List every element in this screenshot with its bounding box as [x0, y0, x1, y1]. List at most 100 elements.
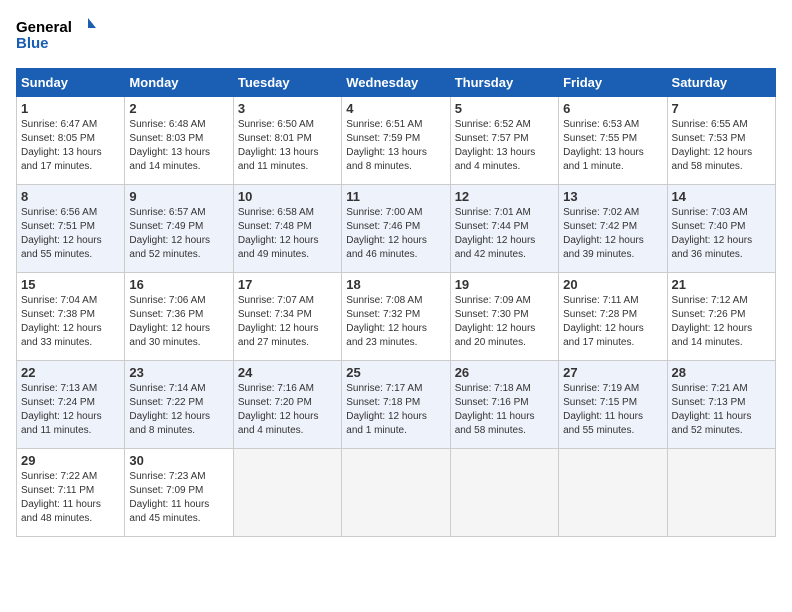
- day-number: 16: [129, 277, 228, 292]
- day-info: Sunrise: 6:56 AMSunset: 7:51 PMDaylight:…: [21, 207, 102, 260]
- day-info: Sunrise: 7:03 AMSunset: 7:40 PMDaylight:…: [672, 207, 753, 260]
- day-number: 3: [238, 101, 337, 116]
- calendar-cell: 16 Sunrise: 7:06 AMSunset: 7:36 PMDayligh…: [125, 273, 233, 361]
- day-info: Sunrise: 6:55 AMSunset: 7:53 PMDaylight:…: [672, 119, 753, 172]
- day-info: Sunrise: 7:21 AMSunset: 7:13 PMDaylight:…: [672, 383, 752, 436]
- day-number: 5: [455, 101, 554, 116]
- calendar-cell: 2 Sunrise: 6:48 AMSunset: 8:03 PMDaylight…: [125, 97, 233, 185]
- logo: General Blue: [16, 16, 96, 56]
- day-number: 23: [129, 365, 228, 380]
- day-number: 29: [21, 453, 120, 468]
- calendar-cell: [233, 449, 341, 537]
- calendar-cell: 9 Sunrise: 6:57 AMSunset: 7:49 PMDaylight…: [125, 185, 233, 273]
- day-info: Sunrise: 7:07 AMSunset: 7:34 PMDaylight:…: [238, 295, 319, 348]
- day-number: 10: [238, 189, 337, 204]
- calendar-cell: 14 Sunrise: 7:03 AMSunset: 7:40 PMDayligh…: [667, 185, 775, 273]
- calendar-cell: 27Sunrise: 7:19 AMSunset: 7:15 PMDayligh…: [559, 361, 667, 449]
- logo-svg: General Blue: [16, 16, 96, 56]
- day-info: Sunrise: 7:11 AMSunset: 7:28 PMDaylight:…: [563, 295, 644, 348]
- day-number: 20: [563, 277, 662, 292]
- week-row-2: 8Sunrise: 6:56 AMSunset: 7:51 PMDaylight…: [17, 185, 776, 273]
- day-number: 24: [238, 365, 337, 380]
- col-header-friday: Friday: [559, 69, 667, 97]
- day-number: 19: [455, 277, 554, 292]
- week-row-5: 29 Sunrise: 7:22 AMSunset: 7:11 PMDayligh…: [17, 449, 776, 537]
- day-info: Sunrise: 7:08 AMSunset: 7:32 PMDaylight:…: [346, 295, 427, 348]
- day-info: Sunrise: 7:12 AMSunset: 7:26 PMDaylight:…: [672, 295, 753, 348]
- day-info: Sunrise: 6:48 AMSunset: 8:03 PMDaylight:…: [129, 119, 210, 172]
- day-number: 14: [672, 189, 771, 204]
- calendar-cell: 18 Sunrise: 7:08 AMSunset: 7:32 PMDayligh…: [342, 273, 450, 361]
- day-info: Sunrise: 6:50 AMSunset: 8:01 PMDaylight:…: [238, 119, 319, 172]
- day-number: 13: [563, 189, 662, 204]
- day-info: Sunrise: 6:53 AMSunset: 7:55 PMDaylight:…: [563, 119, 644, 172]
- calendar-cell: 11 Sunrise: 7:00 AMSunset: 7:46 PMDayligh…: [342, 185, 450, 273]
- day-info: Sunrise: 6:57 AMSunset: 7:49 PMDaylight:…: [129, 207, 210, 260]
- day-number: 12: [455, 189, 554, 204]
- calendar-cell: 7 Sunrise: 6:55 AMSunset: 7:53 PMDaylight…: [667, 97, 775, 185]
- day-info: Sunrise: 7:14 AMSunset: 7:22 PMDaylight:…: [129, 383, 210, 436]
- day-info: Sunrise: 7:02 AMSunset: 7:42 PMDaylight:…: [563, 207, 644, 260]
- calendar-cell: [667, 449, 775, 537]
- page-header: General Blue: [16, 16, 776, 56]
- day-number: 7: [672, 101, 771, 116]
- day-info: Sunrise: 7:13 AMSunset: 7:24 PMDaylight:…: [21, 383, 102, 436]
- day-info: Sunrise: 7:00 AMSunset: 7:46 PMDaylight:…: [346, 207, 427, 260]
- calendar-cell: 25 Sunrise: 7:17 AMSunset: 7:18 PMDayligh…: [342, 361, 450, 449]
- day-info: Sunrise: 7:22 AMSunset: 7:11 PMDaylight:…: [21, 471, 101, 524]
- col-header-tuesday: Tuesday: [233, 69, 341, 97]
- calendar-cell: 12 Sunrise: 7:01 AMSunset: 7:44 PMDayligh…: [450, 185, 558, 273]
- svg-text:General: General: [16, 19, 72, 36]
- week-row-3: 15 Sunrise: 7:04 AMSunset: 7:38 PMDayligh…: [17, 273, 776, 361]
- day-number: 11: [346, 189, 445, 204]
- svg-text:Blue: Blue: [16, 35, 49, 52]
- day-number: 18: [346, 277, 445, 292]
- day-info: Sunrise: 7:09 AMSunset: 7:30 PMDaylight:…: [455, 295, 536, 348]
- calendar-cell: [559, 449, 667, 537]
- day-number: 9: [129, 189, 228, 204]
- day-number: 17: [238, 277, 337, 292]
- day-number: 25: [346, 365, 445, 380]
- calendar-cell: 15 Sunrise: 7:04 AMSunset: 7:38 PMDayligh…: [17, 273, 125, 361]
- day-number: 26: [455, 365, 554, 380]
- day-number: 1: [21, 101, 120, 116]
- calendar-cell: 1Sunrise: 6:47 AMSunset: 8:05 PMDaylight…: [17, 97, 125, 185]
- day-number: 15: [21, 277, 120, 292]
- calendar-cell: 19 Sunrise: 7:09 AMSunset: 7:30 PMDayligh…: [450, 273, 558, 361]
- day-number: 28: [672, 365, 771, 380]
- day-info: Sunrise: 7:01 AMSunset: 7:44 PMDaylight:…: [455, 207, 536, 260]
- calendar-cell: 28 Sunrise: 7:21 AMSunset: 7:13 PMDayligh…: [667, 361, 775, 449]
- day-info: Sunrise: 7:16 AMSunset: 7:20 PMDaylight:…: [238, 383, 319, 436]
- calendar-cell: 4Sunrise: 6:51 AMSunset: 7:59 PMDaylight…: [342, 97, 450, 185]
- calendar-cell: 17 Sunrise: 7:07 AMSunset: 7:34 PMDayligh…: [233, 273, 341, 361]
- calendar-cell: [450, 449, 558, 537]
- calendar-cell: 8Sunrise: 6:56 AMSunset: 7:51 PMDaylight…: [17, 185, 125, 273]
- day-info: Sunrise: 7:19 AMSunset: 7:15 PMDaylight:…: [563, 383, 643, 436]
- col-header-wednesday: Wednesday: [342, 69, 450, 97]
- day-number: 30: [129, 453, 228, 468]
- header-row: SundayMondayTuesdayWednesdayThursdayFrid…: [17, 69, 776, 97]
- col-header-sunday: Sunday: [17, 69, 125, 97]
- day-info: Sunrise: 6:58 AMSunset: 7:48 PMDaylight:…: [238, 207, 319, 260]
- calendar-cell: [342, 449, 450, 537]
- calendar-cell: 3 Sunrise: 6:50 AMSunset: 8:01 PMDaylight…: [233, 97, 341, 185]
- day-number: 22: [21, 365, 120, 380]
- day-number: 6: [563, 101, 662, 116]
- col-header-monday: Monday: [125, 69, 233, 97]
- calendar-cell: 10 Sunrise: 6:58 AMSunset: 7:48 PMDayligh…: [233, 185, 341, 273]
- day-info: Sunrise: 7:06 AMSunset: 7:36 PMDaylight:…: [129, 295, 210, 348]
- day-info: Sunrise: 7:23 AMSunset: 7:09 PMDaylight:…: [129, 471, 209, 524]
- day-number: 2: [129, 101, 228, 116]
- day-info: Sunrise: 6:51 AMSunset: 7:59 PMDaylight:…: [346, 119, 427, 172]
- day-info: Sunrise: 7:04 AMSunset: 7:38 PMDaylight:…: [21, 295, 102, 348]
- week-row-4: 22 Sunrise: 7:13 AMSunset: 7:24 PMDayligh…: [17, 361, 776, 449]
- calendar-cell: 22 Sunrise: 7:13 AMSunset: 7:24 PMDayligh…: [17, 361, 125, 449]
- col-header-thursday: Thursday: [450, 69, 558, 97]
- day-info: Sunrise: 7:17 AMSunset: 7:18 PMDaylight:…: [346, 383, 427, 436]
- calendar-cell: 6 Sunrise: 6:53 AMSunset: 7:55 PMDaylight…: [559, 97, 667, 185]
- calendar-cell: 24 Sunrise: 7:16 AMSunset: 7:20 PMDayligh…: [233, 361, 341, 449]
- col-header-saturday: Saturday: [667, 69, 775, 97]
- calendar-cell: 20 Sunrise: 7:11 AMSunset: 7:28 PMDayligh…: [559, 273, 667, 361]
- calendar-cell: 23 Sunrise: 7:14 AMSunset: 7:22 PMDayligh…: [125, 361, 233, 449]
- day-info: Sunrise: 7:18 AMSunset: 7:16 PMDaylight:…: [455, 383, 535, 436]
